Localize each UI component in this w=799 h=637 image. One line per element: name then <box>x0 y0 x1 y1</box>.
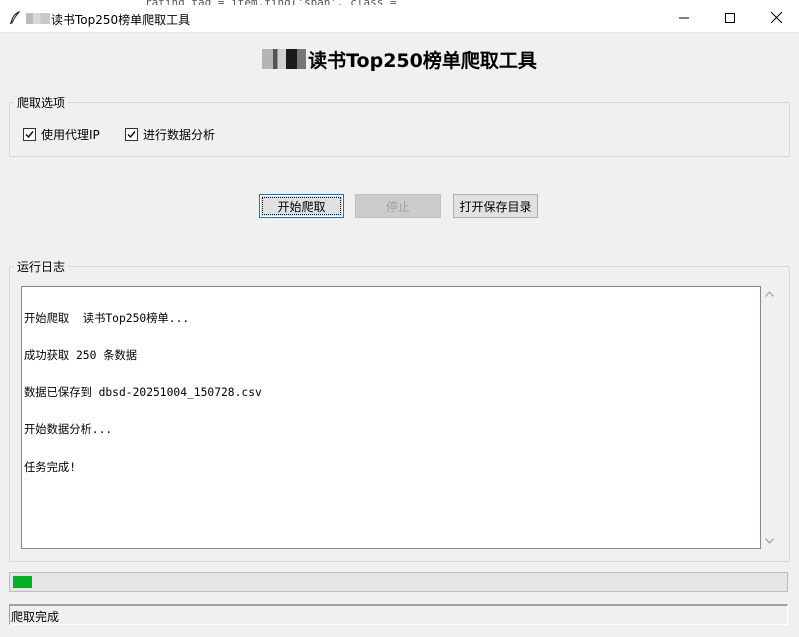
window-titlebar[interactable]: 读书Top250榜单爬取工具 <box>0 5 799 33</box>
use-proxy-label: 使用代理IP <box>41 128 100 142</box>
open-save-dir-button[interactable]: 打开保存目录 <box>453 194 538 218</box>
close-button[interactable] <box>753 5 799 32</box>
scroll-down-button[interactable] <box>761 533 777 549</box>
options-group-label: 爬取选项 <box>14 94 69 111</box>
status-bar: 爬取完成 <box>9 604 788 625</box>
minimize-button[interactable] <box>661 5 707 32</box>
start-crawl-button[interactable]: 开始爬取 <box>259 194 344 218</box>
close-icon <box>770 11 782 26</box>
use-proxy-checkbox-box[interactable] <box>23 128 36 141</box>
log-group-label: 运行日志 <box>14 258 69 275</box>
log-line: 开始数据分析... <box>24 423 113 437</box>
heading-redaction <box>262 49 307 69</box>
log-line: 开始爬取 读书Top250榜单... <box>24 311 190 325</box>
log-line: 成功获取 250 条数据 <box>24 349 138 363</box>
log-scrollbar[interactable] <box>761 286 777 549</box>
page-heading: 读书Top250榜单爬取工具 <box>0 44 799 74</box>
title-redaction <box>26 13 50 24</box>
maximize-icon <box>725 12 735 26</box>
window-title: 读书Top250榜单爬取工具 <box>51 13 191 27</box>
log-content: 开始爬取 读书Top250榜单... 成功获取 250 条数据 数据已保存到 d… <box>24 288 262 499</box>
stop-button[interactable]: 停止 <box>355 194 441 218</box>
minimize-icon <box>679 12 689 26</box>
use-proxy-checkbox[interactable]: 使用代理IP <box>23 126 100 143</box>
maximize-button[interactable] <box>707 5 753 32</box>
check-icon <box>25 131 34 139</box>
status-text: 爬取完成 <box>11 610 60 624</box>
scroll-up-button[interactable] <box>761 286 777 302</box>
progress-fill <box>13 576 33 588</box>
analyze-checkbox-box[interactable] <box>125 128 138 141</box>
progress-bar <box>9 572 788 592</box>
chevron-up-icon <box>764 291 774 297</box>
chevron-down-icon <box>764 538 774 544</box>
log-line: 任务完成! <box>24 460 76 474</box>
check-icon <box>127 131 136 139</box>
analyze-checkbox[interactable]: 进行数据分析 <box>125 126 215 143</box>
analyze-label: 进行数据分析 <box>143 128 216 142</box>
page-title: 读书Top250榜单爬取工具 <box>308 49 537 72</box>
feather-icon <box>8 10 22 25</box>
log-textarea[interactable]: 开始爬取 读书Top250榜单... 成功获取 250 条数据 数据已保存到 d… <box>21 286 761 549</box>
log-line: 数据已保存到 dbsd-20251004_150728.csv <box>24 386 262 400</box>
